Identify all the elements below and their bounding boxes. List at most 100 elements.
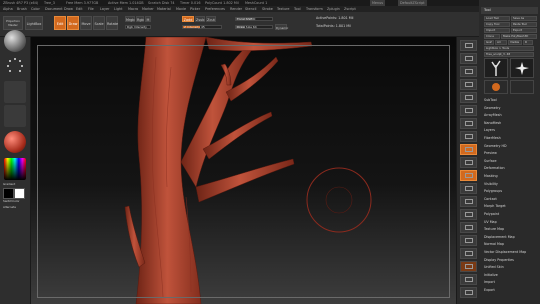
subpalette-nanomesh[interactable]: NanoMesh (484, 120, 538, 126)
simplebrush-thumbnail[interactable] (510, 58, 534, 78)
subpalette-fibermesh[interactable]: FiberMesh (484, 135, 538, 141)
subpalette-surface[interactable]: Surface (484, 158, 538, 164)
subpalette-layers[interactable]: Layers (484, 127, 538, 133)
mrgb-button[interactable]: Mrgb (125, 16, 135, 22)
tool-import-button[interactable]: Import (484, 28, 510, 33)
line-fill-button[interactable] (460, 235, 477, 246)
frame-button[interactable] (460, 183, 477, 194)
move-view-button[interactable] (460, 196, 477, 207)
tool-export-button[interactable]: Export (511, 28, 537, 33)
document-canvas[interactable] (31, 37, 456, 304)
draw-size-slider[interactable]: Draw Size 64 (235, 25, 273, 29)
subpalette-contact[interactable]: Contact (484, 196, 538, 202)
subpalette-visibility[interactable]: Visibility (484, 181, 538, 187)
tool-palette-header[interactable]: Tool (481, 7, 538, 14)
tool-clone-button[interactable]: Clone (484, 34, 500, 39)
subpalette-export[interactable]: Export (484, 287, 538, 293)
subpalette-subtool[interactable]: SubTool (484, 97, 538, 103)
zoom-icon (465, 82, 473, 87)
local-button[interactable] (460, 144, 477, 155)
tool-paste-tool-button[interactable]: Paste Tool (511, 22, 537, 27)
main-color-swatch[interactable] (3, 188, 14, 199)
subpalette-geometry-hd[interactable]: Geometry HD (484, 143, 538, 149)
left-shelf: Gradient SwitchColor Alternate (0, 30, 31, 304)
texture-icon[interactable] (4, 105, 26, 127)
subpalette-texture-map[interactable]: Texture Map (484, 226, 538, 232)
rotate-view-button[interactable] (460, 222, 477, 233)
xyz-button[interactable] (460, 170, 477, 181)
tool-goz-button[interactable]: GoZ (484, 40, 494, 45)
scroll-button[interactable] (460, 66, 477, 77)
tree-sculpt[interactable] (31, 37, 456, 304)
actual-button[interactable] (460, 92, 477, 103)
bpr-button[interactable] (460, 40, 477, 51)
persp-button[interactable] (460, 118, 477, 129)
tool-visible-button[interactable]: Visible (508, 40, 522, 45)
floor-button[interactable] (460, 131, 477, 142)
brush-icon[interactable] (4, 30, 26, 52)
rgb-intensity-slider[interactable]: Rgb Intensity (125, 25, 151, 29)
zoom-button[interactable] (460, 79, 477, 90)
tool-all-button[interactable]: All (495, 40, 507, 45)
draw-button[interactable]: Draw (67, 16, 79, 30)
subpalette-import[interactable]: Import (484, 279, 538, 285)
zsub-button[interactable]: Zsub (195, 16, 205, 22)
projection-master-button[interactable]: Projection Master (3, 16, 23, 30)
subpalette-normal-map[interactable]: Normal Map (484, 241, 538, 247)
solo-button[interactable] (460, 274, 477, 285)
current-tool-slider[interactable]: Tree_sculpt_3. 48 (484, 52, 534, 57)
subpalette-displacement-map[interactable]: Displacement Map (484, 234, 538, 240)
subpalette-preview[interactable]: Preview (484, 150, 538, 156)
rgb-button[interactable]: Rgb (136, 16, 144, 22)
m-button[interactable]: M (145, 16, 151, 22)
subpalette-vector-displacement-map[interactable]: Vector Displacement Map (484, 249, 538, 255)
edit-button[interactable]: Edit (54, 16, 66, 30)
lsym-button[interactable] (460, 157, 477, 168)
subpalette-uv-map[interactable]: UV Map (484, 219, 538, 225)
spix-button[interactable] (460, 53, 477, 64)
cylinder-thumbnail[interactable] (484, 80, 508, 94)
zcut-button[interactable]: Zcut (206, 16, 216, 22)
tool-r-button[interactable]: R (523, 40, 533, 45)
tool-save-as-button[interactable]: Save As (511, 16, 537, 21)
pm3d-thumbnail[interactable] (510, 80, 534, 94)
scale-view-button[interactable] (460, 209, 477, 220)
stroke-icon[interactable] (4, 55, 26, 77)
tool-make-polymesh3d-button[interactable]: Make PolyMesh3D (501, 34, 537, 39)
subpalette-polygroups[interactable]: Polygroups (484, 188, 538, 194)
color-picker-icon[interactable] (4, 158, 26, 180)
dynamic-button[interactable]: Dynamic (275, 24, 288, 30)
subpalette-morph-target[interactable]: Morph Target (484, 203, 538, 209)
tree-thumbnail[interactable] (484, 58, 508, 78)
move-button[interactable]: Move (80, 16, 92, 30)
alternate-label[interactable]: Alternate (3, 205, 16, 209)
zadd-button[interactable]: Zadd (182, 16, 194, 22)
ghost-button[interactable] (460, 261, 477, 272)
tool-copy-tool-button[interactable]: Copy Tool (484, 22, 510, 27)
tree-icon (491, 60, 501, 76)
subpalette-polypaint[interactable]: Polypaint (484, 211, 538, 217)
focal-shift-slider[interactable]: Focal Shift 0 (235, 17, 273, 21)
subpalette-masking[interactable]: Masking (484, 173, 538, 179)
material-icon[interactable] (4, 131, 26, 153)
lightbox-tools-button[interactable]: Lightbox > Tools (484, 46, 534, 51)
subpalette-unified-skin[interactable]: Unified Skin (484, 264, 538, 270)
subpalette-deformation[interactable]: Deformation (484, 165, 538, 171)
rotate-button[interactable]: Rotate (106, 16, 118, 30)
solo-icon (465, 277, 473, 282)
xpose-button[interactable] (460, 287, 477, 298)
move-view-icon (465, 199, 473, 204)
z-intensity-slider[interactable]: Z Intensity 45 (182, 25, 222, 29)
subpalette-geometry[interactable]: Geometry (484, 105, 538, 111)
subpalette-display-properties[interactable]: Display Properties (484, 257, 538, 263)
lightbox-button[interactable]: LightBox (25, 16, 43, 30)
alpha-icon[interactable] (4, 81, 26, 103)
tool-load-tool-button[interactable]: Load Tool (484, 16, 510, 21)
subpalette-initialize[interactable]: Initialize (484, 272, 538, 278)
subpalette-arraymesh[interactable]: ArrayMesh (484, 112, 538, 118)
transp-button[interactable] (460, 248, 477, 259)
scale-button[interactable]: Scale (93, 16, 105, 30)
switch-color-label[interactable]: SwitchColor (3, 199, 20, 203)
secondary-color-swatch[interactable] (14, 188, 25, 199)
aahalf-button[interactable] (460, 105, 477, 116)
